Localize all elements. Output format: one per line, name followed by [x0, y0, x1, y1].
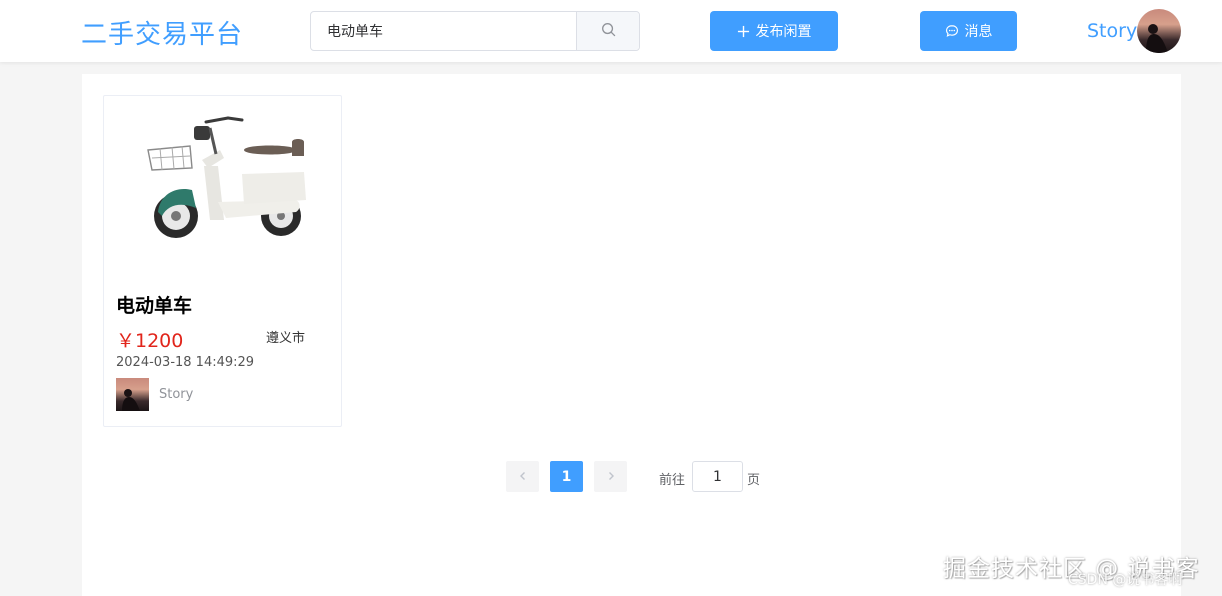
pagination-page-1[interactable]: 1 [550, 461, 583, 492]
message-label: 消息 [964, 24, 993, 40]
chevron-right-icon [606, 469, 616, 485]
main-content: 电动单车 ￥1200 遵义市 2024-03-18 14:49:29 Story… [82, 74, 1181, 596]
search-icon [601, 22, 616, 41]
product-city: 遵义市 [266, 331, 306, 346]
chevron-left-icon [518, 469, 528, 485]
pagination-prev-button[interactable] [506, 461, 539, 492]
publish-label: 发布闲置 [755, 24, 812, 40]
message-button[interactable]: 消息 [920, 11, 1017, 51]
pagination-next-button[interactable] [594, 461, 627, 492]
publish-button[interactable]: 发布闲置 [710, 11, 838, 51]
product-time: 2024-03-18 14:49:29 [116, 355, 255, 370]
top-header: 二手交易平台 发布闲置 消息 Story [0, 0, 1222, 62]
seller-avatar [116, 378, 149, 411]
product-title: 电动单车 [116, 295, 193, 317]
goto-suffix: 页 [747, 473, 761, 488]
search-input[interactable] [311, 12, 577, 50]
watermark-sub: CSDN @说书客啊 [1068, 572, 1183, 588]
user-avatar[interactable] [1137, 9, 1181, 53]
search-button[interactable] [576, 12, 639, 50]
search-bar [310, 11, 640, 51]
product-image[interactable] [144, 108, 314, 268]
goto-page-input[interactable] [692, 461, 743, 492]
product-price: ￥1200 [116, 330, 184, 352]
site-logo[interactable]: 二手交易平台 [81, 14, 243, 51]
user-name[interactable]: Story [1087, 20, 1137, 42]
goto-label: 前往 [659, 473, 686, 488]
product-card[interactable]: 电动单车 ￥1200 遵义市 2024-03-18 14:49:29 Story [103, 95, 342, 427]
plus-icon [737, 25, 750, 38]
chat-bubble-icon [945, 24, 959, 38]
seller-name: Story [159, 387, 194, 402]
